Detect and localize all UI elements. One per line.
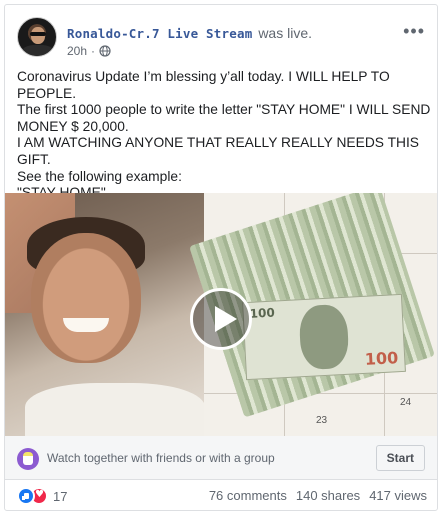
video-frame-person (5, 193, 205, 436)
author-line: Ronaldo-Cr.7 Live Stream was live. (67, 25, 312, 41)
more-options-button[interactable]: ••• (403, 21, 425, 42)
smile-shape (63, 318, 109, 332)
reaction-count: 17 (53, 488, 68, 504)
hundred-dollar-bill: 100 100 (242, 293, 406, 381)
like-icon (17, 487, 35, 505)
popcorn-cup (23, 456, 33, 465)
avatar-shirt (22, 45, 54, 56)
calendar-day: 23 (316, 415, 328, 426)
author-name-link[interactable]: Ronaldo-Cr.7 Live Stream (67, 26, 252, 41)
post-meta: 20h · (67, 44, 111, 58)
start-watch-party-button[interactable]: Start (375, 445, 425, 471)
shirt-shape (25, 383, 205, 436)
watch-party-icon (17, 448, 39, 470)
post-action-text: was live. (258, 25, 312, 41)
bill-value-top: 100 (249, 305, 276, 321)
video-player[interactable]: 100 100 23 24 (5, 193, 437, 436)
avatar-sunglasses (30, 32, 46, 36)
bill-portrait (298, 303, 350, 371)
meta-separator: · (91, 44, 96, 58)
post-footer: 17 76 comments 140 shares 417 views (17, 487, 427, 507)
comments-count-link[interactable]: 76 comments (209, 488, 287, 503)
play-icon[interactable] (190, 288, 252, 350)
globe-icon (99, 45, 111, 57)
face-shape (31, 233, 141, 363)
reactions-summary[interactable]: 17 (17, 487, 67, 505)
post-header: Ronaldo-Cr.7 Live Stream was live. 20h ·… (17, 17, 427, 59)
bill-value-bottom: 100 (364, 348, 399, 369)
calendar-day: 24 (400, 397, 412, 408)
views-count: 417 views (369, 488, 427, 503)
post-timestamp[interactable]: 20h (67, 44, 87, 58)
avatar[interactable] (17, 17, 57, 57)
shares-count-link[interactable]: 140 shares (296, 488, 360, 503)
watch-party-text: Watch together with friends or with a gr… (47, 451, 275, 465)
watch-party-bar: Watch together with friends or with a gr… (5, 436, 437, 480)
post-card: Ronaldo-Cr.7 Live Stream was live. 20h ·… (4, 4, 438, 511)
post-stats: 76 comments 140 shares 417 views (209, 488, 427, 503)
